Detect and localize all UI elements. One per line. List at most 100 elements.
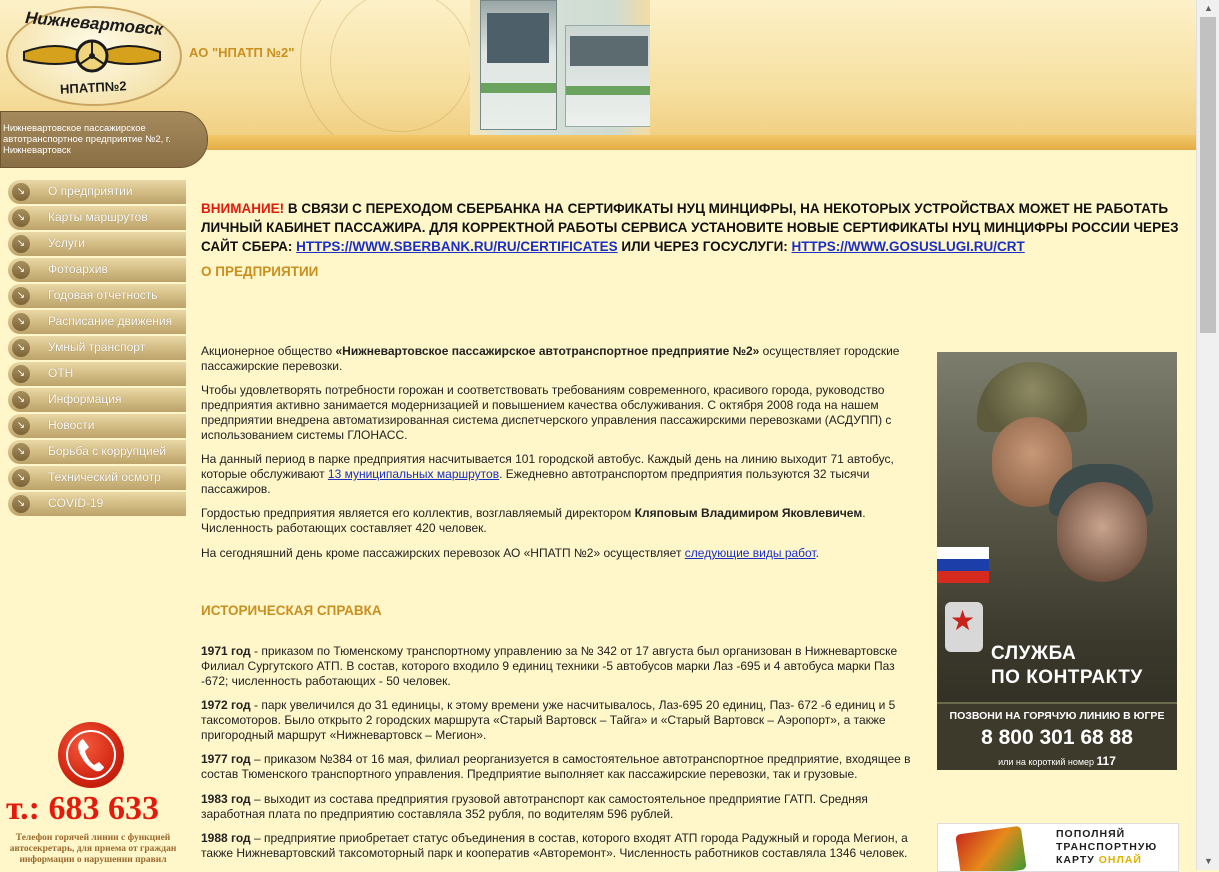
arrow-icon: ↘ — [12, 469, 30, 487]
scrollbar-thumb[interactable] — [1200, 17, 1216, 333]
sidebar-item-label: Борьба с коррупцией — [48, 444, 167, 458]
text: Гордостью предприятия является его колле… — [201, 506, 635, 520]
company-name: АО "НПАТП №2" — [189, 45, 295, 60]
transport-card-banner[interactable]: ПОПОЛНЯЙ ТРАНСПОРТНУЮ КАРТУ ОНЛАЙ — [937, 823, 1179, 872]
arrow-icon: ↘ — [12, 287, 30, 305]
bus-photo — [470, 0, 650, 135]
arrow-icon: ↘ — [12, 339, 30, 357]
sidebar-item-services[interactable]: ↘ Услуги — [8, 232, 186, 256]
gosuslugi-link[interactable]: HTTPS://WWW.GOSUSLUGI.RU/CRT — [792, 239, 1025, 254]
banner-headline-line: СЛУЖБА — [991, 643, 1077, 664]
banner-headline-line: ПО КОНТРАКТУ — [991, 667, 1143, 688]
sberbank-certificates-link[interactable]: HTTPS://WWW.SBERBANK.RU/RU/CERTIFICATES — [296, 239, 617, 254]
sidebar-menu: ↘ О предприятии ↘ Карты маршрутов ↘ Услуги … — [8, 180, 186, 518]
sidebar-item-annual-reports[interactable]: ↘ Годовая отчетность — [8, 284, 186, 308]
sidebar-item-label: Годовая отчетность — [48, 288, 158, 302]
history-entry: 1983 год – выходит из состава предприяти… — [201, 792, 918, 822]
arrow-icon: ↘ — [12, 261, 30, 279]
works-link[interactable]: следующие виды работ — [685, 546, 816, 560]
about-paragraph: Акционерное общество «Нижневартовское па… — [201, 344, 918, 374]
about-title: О ПРЕДПРИЯТИИ — [201, 264, 319, 279]
steering-wheel-wings-icon — [23, 39, 161, 73]
sidebar-item-covid[interactable]: ↘ COVID-19 — [8, 492, 186, 516]
history-year: 1988 год — [201, 831, 251, 845]
child-illustration — [1057, 482, 1147, 582]
history-text: - приказом по Тюменскому транспортному у… — [201, 644, 898, 688]
history-text: – приказом №384 от 16 мая, филиал реорга… — [201, 752, 911, 781]
banner-hotline-text: ПОЗВОНИ НА ГОРЯЧУЮ ЛИНИЮ В ЮГРЕ — [949, 710, 1165, 722]
phone-icon[interactable] — [58, 722, 124, 788]
sidebar-item-smart-transport[interactable]: ↘ Умный транспорт — [8, 336, 186, 360]
routes-link[interactable]: 13 муниципальных маршрутов — [328, 467, 499, 481]
history-year: 1983 год — [201, 792, 251, 806]
sidebar-item-news[interactable]: ↘ Новости — [8, 414, 186, 438]
hotline-description: Телефон горячей линии с функцией автосек… — [9, 833, 177, 865]
arrow-icon: ↘ — [12, 391, 30, 409]
sidebar-item-information[interactable]: ↘ Информация — [8, 388, 186, 412]
contract-service-banner[interactable]: ★ СЛУЖБА ПО КОНТРАКТУ ПОЗВОНИ НА ГОРЯЧУЮ… — [937, 352, 1177, 770]
attention-label: ВНИМАНИЕ! — [201, 201, 285, 216]
sidebar-item-label: Технический осмотр — [48, 470, 161, 484]
sidebar-item-anti-corruption[interactable]: ↘ Борьба с коррупцией — [8, 440, 186, 464]
transport-card-icon — [955, 825, 1027, 871]
sidebar-item-label: Информация — [48, 392, 122, 406]
online-label: ОНЛАЙ — [1098, 854, 1142, 866]
sidebar-item-label: Расписание движения — [48, 314, 173, 328]
sidebar-item-about[interactable]: ↘ О предприятии — [8, 180, 186, 204]
history-text: – выходит из состава предприятия грузово… — [201, 792, 868, 821]
arrow-icon: ↘ — [12, 209, 30, 227]
history-text: - парк увеличился до 31 единицы, к этому… — [201, 698, 896, 742]
handset-icon — [78, 739, 104, 772]
scroll-up-icon[interactable]: ▲ — [1197, 0, 1219, 17]
company-caption: Нижневартовское пассажирское автотранспо… — [0, 111, 208, 168]
sidebar-item-label: О предприятии — [48, 184, 133, 198]
director-name: Кляповым Владимиром Яковлевичем — [634, 506, 863, 520]
vertical-scrollbar[interactable]: ▲ ▼ — [1196, 0, 1219, 870]
short-number: 117 — [1096, 754, 1116, 768]
history-entry: 1971 год - приказом по Тюменскому трансп… — [201, 644, 918, 689]
history-text: – предприятие приобретает статус объедин… — [201, 831, 908, 860]
text: КАРТУ ОНЛАЙ — [1056, 854, 1176, 867]
text: КАРТУ — [1056, 854, 1099, 866]
sidebar-item-label: COVID-19 — [48, 496, 104, 510]
company-full-name: «Нижневартовское пассажирское автотрансп… — [335, 344, 760, 358]
history-entry: 1972 год - парк увеличился до 31 единицы… — [201, 698, 918, 743]
text: . — [815, 546, 819, 560]
banner-short-number: или на короткий номер 117 — [945, 754, 1169, 768]
notice-text-middle: ИЛИ ЧЕРЕЗ ГОСУСЛУГИ: — [617, 239, 792, 254]
arrow-icon: ↘ — [12, 495, 30, 513]
about-paragraph: На данный период в парке предприятия нас… — [201, 452, 918, 497]
history-entry: 1988 год – предприятие приобретает стату… — [201, 831, 918, 861]
russian-flag-icon — [937, 547, 989, 583]
hotline-number: т.: 683 633 — [6, 790, 159, 827]
history-year: 1977 год — [201, 752, 251, 766]
sidebar-item-otn[interactable]: ↘ ОТН — [8, 362, 186, 386]
attention-notice: ВНИМАНИЕ! В СВЯЗИ С ПЕРЕХОДОМ СБЕРБАНКА … — [201, 199, 1186, 256]
sidebar-item-schedule[interactable]: ↘ Расписание движения — [8, 310, 186, 334]
sidebar-item-label: Карты маршрутов — [48, 210, 148, 224]
sidebar-item-technical-inspection[interactable]: ↘ Технический осмотр — [8, 466, 186, 490]
banner-headline: СЛУЖБА ПО КОНТРАКТУ — [991, 642, 1143, 690]
company-caption-text: Нижневартовское пассажирское автотранспо… — [3, 123, 171, 156]
sidebar-item-label: Новости — [48, 418, 95, 432]
sidebar-item-label: ОТН — [48, 366, 74, 380]
history-entry: 1977 год – приказом №384 от 16 мая, фили… — [201, 752, 918, 782]
arrow-icon: ↘ — [12, 235, 30, 253]
text: На сегодняшний день кроме пассажирских п… — [201, 546, 685, 560]
about-paragraph: Гордостью предприятия является его колле… — [201, 506, 918, 536]
history-year: 1972 год — [201, 698, 251, 712]
history-title: ИСТОРИЧЕСКАЯ СПРАВКА — [201, 603, 382, 618]
arrow-icon: ↘ — [12, 365, 30, 383]
arrow-icon: ↘ — [12, 313, 30, 331]
about-paragraph: На сегодняшний день кроме пассажирских п… — [201, 546, 918, 561]
arrow-icon: ↘ — [12, 443, 30, 461]
sidebar-item-route-maps[interactable]: ↘ Карты маршрутов — [8, 206, 186, 230]
sidebar-item-photo-archive[interactable]: ↘ Фотоархив — [8, 258, 186, 282]
arrow-icon: ↘ — [12, 183, 30, 201]
sidebar-item-label: Услуги — [48, 236, 85, 250]
scroll-down-icon[interactable]: ▼ — [1197, 853, 1219, 870]
about-paragraph: Чтобы удовлетворять потребности горожан … — [201, 383, 892, 442]
text: ТРАНСПОРТНУЮ — [1056, 841, 1158, 853]
history-year: 1971 год — [201, 644, 251, 658]
transport-card-text: ПОПОЛНЯЙ ТРАНСПОРТНУЮ КАРТУ ОНЛАЙ — [1056, 828, 1176, 867]
